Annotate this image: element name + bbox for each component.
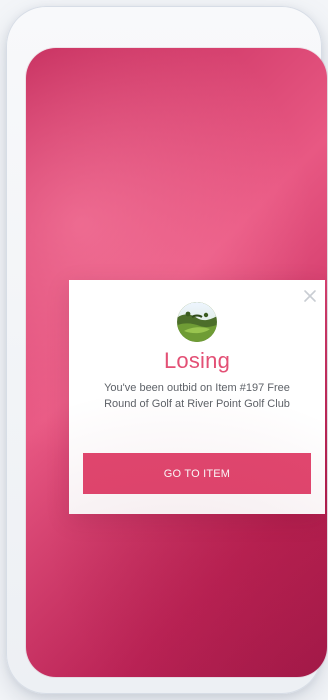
phone-screen: Losing You've been outbid on Item #197 F… [26,48,327,677]
close-icon[interactable] [302,288,318,304]
phone-frame: Losing You've been outbid on Item #197 F… [6,6,327,694]
page-canvas: Losing You've been outbid on Item #197 F… [0,0,328,700]
outbid-message: You've been outbid on Item #197 Free Rou… [104,382,290,410]
golf-course-thumbnail [177,302,217,342]
go-to-item-button[interactable]: GO TO ITEM [83,453,311,494]
status-title: Losing [163,348,231,373]
outbid-modal: Losing You've been outbid on Item #197 F… [69,280,325,514]
